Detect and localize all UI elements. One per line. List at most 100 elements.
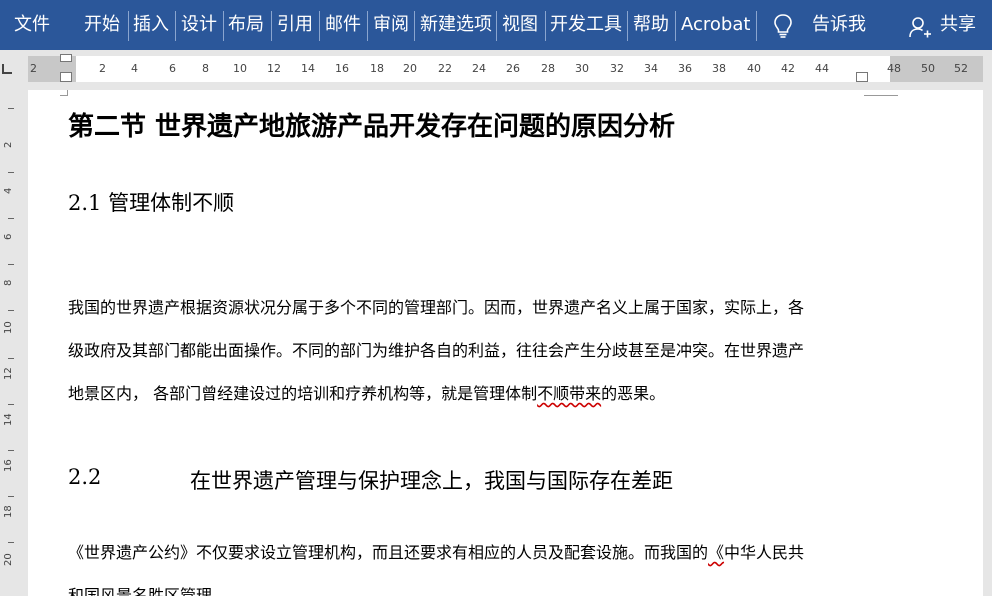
tab-separator [319, 11, 320, 41]
tab-separator [271, 11, 272, 41]
ruler-label: 10 [233, 62, 247, 75]
heading-2-1[interactable]: 2.1 管理体制不顺 [68, 187, 234, 217]
ruler-label: 26 [506, 62, 520, 75]
tell-me-search[interactable]: 告诉我 [812, 0, 866, 50]
text-run: 《世界遗产公约》不仅要求设立管理机构，而且还要求有相应的人员及配套设施。而我国的 [68, 543, 709, 562]
ruler-label: 32 [610, 62, 624, 75]
ruler-label: 14 [3, 413, 14, 426]
ruler-label: 10 [3, 321, 14, 334]
ruler-label: 4 [131, 62, 138, 75]
tab-home[interactable]: 开始 [84, 0, 120, 50]
ruler-label: 14 [301, 62, 315, 75]
ruler-label: 44 [815, 62, 829, 75]
ruler-label: 28 [541, 62, 555, 75]
tab-separator [367, 11, 368, 41]
ruler-label: 22 [438, 62, 452, 75]
tab-separator [175, 11, 176, 41]
document-page[interactable]: 第二节 世界遗产地旅游产品开发存在问题的原因分析 2.1 管理体制不顺 我国的世… [28, 90, 983, 596]
ruler-label: 38 [712, 62, 726, 75]
hanging-indent-marker[interactable] [60, 72, 72, 82]
ruler-tick [8, 404, 14, 405]
ruler-tick [8, 108, 14, 109]
ruler-tick [8, 218, 14, 219]
paragraph-line[interactable]: 《世界遗产公约》不仅要求设立管理机构，而且还要求有相应的人员及配套设施。而我国的… [68, 531, 804, 574]
tab-file[interactable]: 文件 [14, 0, 50, 50]
ruler-label: 48 [887, 62, 901, 75]
ruler-tick [8, 450, 14, 451]
tab-developer[interactable]: 开发工具 [550, 0, 622, 50]
ruler-label: 40 [747, 62, 761, 75]
tab-acrobat[interactable]: Acrobat [681, 0, 750, 50]
ruler-label: 52 [954, 62, 968, 75]
tab-separator [223, 11, 224, 41]
ruler-label: 2 [3, 141, 14, 148]
ruler-label: 18 [3, 505, 14, 518]
first-line-indent-marker[interactable] [60, 54, 72, 62]
ruler-label: 42 [781, 62, 795, 75]
tab-separator [627, 11, 628, 41]
ruler-label: 12 [267, 62, 281, 75]
spelling-error-text[interactable]: 《 [708, 543, 724, 562]
tab-help[interactable]: 帮助 [633, 0, 669, 50]
tab-selector-icon[interactable] [2, 64, 12, 74]
ruler-label: 24 [472, 62, 486, 75]
right-indent-marker[interactable] [856, 72, 868, 82]
tab-references[interactable]: 引用 [277, 0, 313, 50]
share-user-icon[interactable] [908, 15, 932, 39]
ruler-tick [8, 310, 14, 311]
tab-separator [414, 11, 415, 41]
horizontal-ruler[interactable]: 2 2 4 6 8 10 12 14 16 18 20 22 24 26 28 … [28, 54, 983, 82]
ruler-label: 8 [3, 279, 14, 286]
tab-separator [756, 11, 757, 41]
ruler-label: 20 [3, 553, 14, 566]
tab-mailings[interactable]: 邮件 [325, 0, 361, 50]
tab-separator [675, 11, 676, 41]
heading-2-2-number[interactable]: 2.2 [68, 465, 101, 489]
spelling-error-text[interactable]: 不顺带来 [537, 384, 601, 403]
heading-2-2-text[interactable]: 在世界遗产管理与保护理念上，我国与国际存在差距 [190, 465, 673, 495]
tab-separator [128, 11, 129, 41]
section-title[interactable]: 第二节 世界遗产地旅游产品开发存在问题的原因分析 [68, 106, 675, 143]
margin-corner-mark [60, 90, 68, 96]
paragraph-line[interactable]: 地景区内， 各部门曾经建设过的培训和疗养机构等，就是管理体制不顺带来的恶果。 [68, 372, 665, 415]
share-button[interactable]: 共享 [940, 0, 976, 50]
tab-separator [545, 11, 546, 41]
ruler-tick [8, 172, 14, 173]
ruler-label: 30 [575, 62, 589, 75]
ruler-label: 6 [169, 62, 176, 75]
ruler-label: 36 [678, 62, 692, 75]
tab-design[interactable]: 设计 [181, 0, 217, 50]
tab-review[interactable]: 审阅 [373, 0, 409, 50]
ruler-label: 2 [30, 62, 37, 75]
text-run: 中华人民共 [724, 543, 805, 562]
text-run: 的恶果。 [601, 384, 666, 403]
ruler-label: 20 [403, 62, 417, 75]
ruler-tick [8, 542, 14, 543]
ruler-tick [8, 264, 14, 265]
paragraph-line[interactable]: 级政府及其部门都能出面操作。不同的部门为维护各自的利益，往往会产生分歧甚至是冲突… [68, 329, 804, 372]
tab-layout[interactable]: 布局 [228, 0, 264, 50]
tab-separator [496, 11, 497, 41]
ribbon: 文件 开始 插入 设计 布局 引用 邮件 审阅 新建选项 视图 开发工具 帮助 … [0, 0, 992, 50]
paragraph-line[interactable]: 和国风景名胜区管理 [68, 574, 212, 596]
ruler-label: 8 [202, 62, 209, 75]
tab-insert[interactable]: 插入 [133, 0, 169, 50]
tab-view[interactable]: 视图 [502, 0, 538, 50]
lightbulb-icon[interactable] [772, 13, 794, 39]
ruler-label: 34 [644, 62, 658, 75]
ruler-label: 6 [3, 233, 14, 240]
ruler-label: 18 [370, 62, 384, 75]
ruler-label: 2 [99, 62, 106, 75]
margin-corner-mark [864, 90, 898, 96]
vertical-ruler[interactable]: 2 4 6 8 10 12 14 16 18 20 [0, 90, 22, 596]
paragraph-line[interactable]: 我国的世界遗产根据资源状况分属于多个不同的管理部门。因而，世界遗产名义上属于国家… [68, 286, 804, 329]
ruler-label: 16 [335, 62, 349, 75]
ruler-label: 50 [921, 62, 935, 75]
ruler-label: 4 [3, 187, 14, 194]
tab-new-options[interactable]: 新建选项 [420, 0, 492, 50]
ruler-tick [8, 496, 14, 497]
ruler-tick [8, 358, 14, 359]
text-run: 地景区内， 各部门曾经建设过的培训和疗养机构等，就是管理体制 [68, 384, 538, 403]
ruler-label: 12 [3, 367, 14, 380]
ruler-label: 16 [3, 459, 14, 472]
